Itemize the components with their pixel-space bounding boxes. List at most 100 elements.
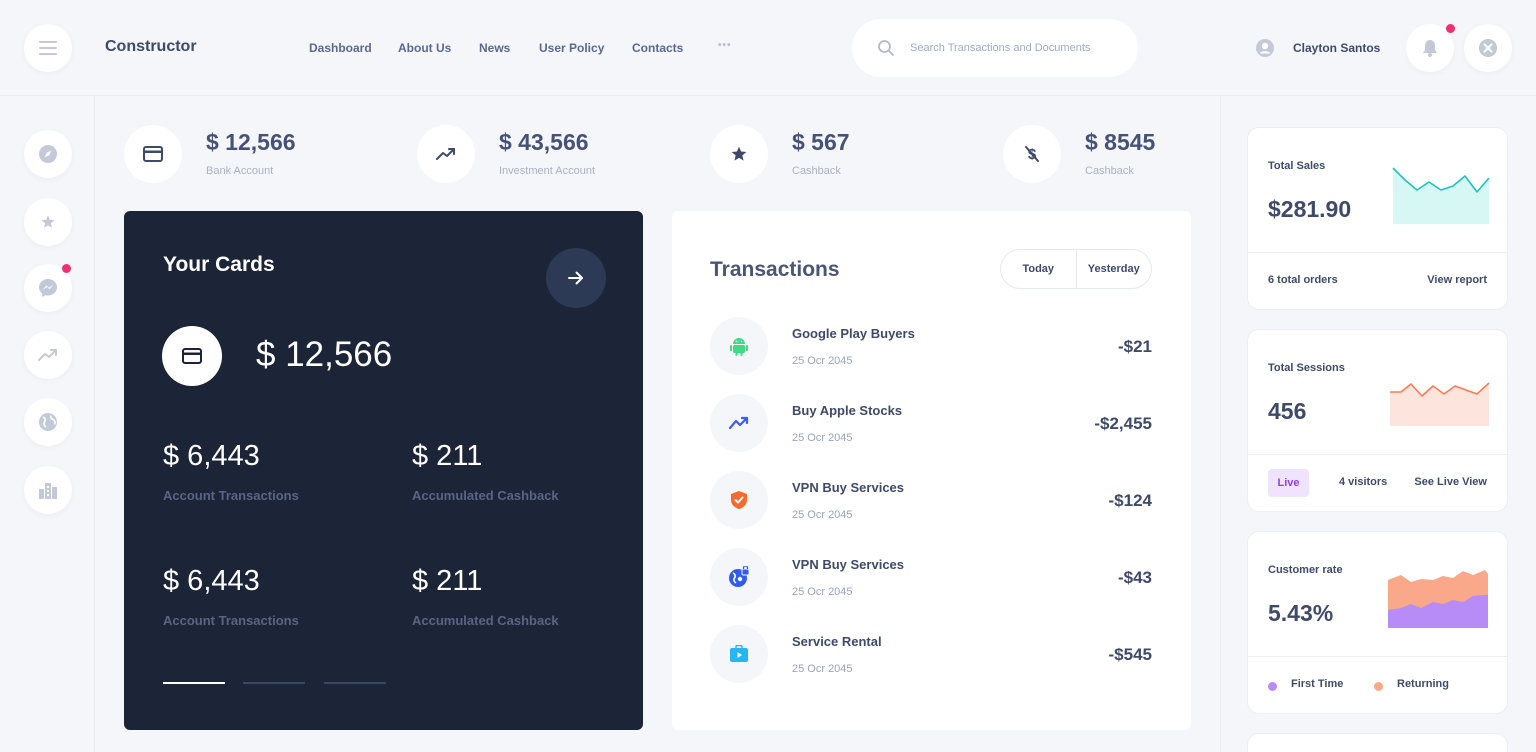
sidebar-item-globe[interactable] [24, 398, 72, 446]
messenger-icon [39, 279, 57, 297]
transaction-date: 25 Ocr 2045 [792, 663, 853, 675]
transaction-icon-wrap [710, 394, 768, 452]
card-stat-label: Accumulated Cashback [412, 488, 559, 503]
nav-contacts[interactable]: Contacts [632, 41, 683, 55]
search-icon [878, 40, 894, 56]
sidebar-item-compass[interactable] [24, 130, 72, 178]
stat-investment-icon-wrap [417, 125, 475, 183]
card-stat-value: $ 6,443 [163, 565, 260, 597]
sidebar-item-favorites[interactable] [24, 198, 72, 246]
customer-rate-widget: Customer rate 5.43% First Time Returning [1247, 531, 1508, 714]
stat-cashback2-value: $ 8545 [1085, 129, 1156, 155]
sidebar-item-analytics[interactable] [24, 331, 72, 379]
widget-value: 5.43% [1268, 600, 1334, 626]
globe-lock-icon [729, 566, 750, 587]
card-stat-label: Account Transactions [163, 613, 299, 628]
pager-dot[interactable] [243, 682, 305, 684]
hamburger-icon [39, 41, 57, 55]
star-icon [731, 146, 747, 161]
sidebar-divider [94, 96, 95, 752]
close-button[interactable] [1464, 24, 1512, 72]
nav-user-policy[interactable]: User Policy [539, 41, 604, 55]
sidebar-item-buildings[interactable] [24, 466, 72, 514]
transaction-name: VPN Buy Services [792, 557, 905, 572]
messages-notification-dot [62, 264, 71, 273]
sales-orders: 6 total orders [1268, 274, 1338, 286]
transaction-amount: -$545 [1108, 645, 1152, 664]
legend-first-time: First Time [1291, 678, 1344, 690]
transaction-date: 25 Ocr 2045 [792, 586, 853, 598]
widget-value: 456 [1268, 398, 1307, 424]
stat-cashback2-label: Cashback [1085, 165, 1134, 177]
transaction-row[interactable]: Service Rental 25 Ocr 2045 -$545 [710, 625, 1152, 685]
widget-title: Total Sessions [1268, 362, 1345, 374]
card-stat-label: Accumulated Cashback [412, 613, 559, 628]
no-dollar-icon: $ [1025, 146, 1039, 163]
right-column-divider [1220, 96, 1221, 752]
transaction-name: Buy Apple Stocks [792, 403, 903, 418]
stat-investment-value: $ 43,566 [499, 129, 589, 155]
card-icon-wrap [162, 326, 222, 386]
tab-today[interactable]: Today [1001, 250, 1076, 288]
shield-check-icon [731, 491, 747, 509]
brand-name[interactable]: Constructor [105, 38, 197, 56]
search-input[interactable]: Search Transactions and Documents [910, 42, 1090, 54]
nav-about-us[interactable]: About Us [398, 41, 451, 55]
card-icon [182, 348, 202, 364]
transaction-row[interactable]: VPN Buy Services 25 Ocr 2045 -$124 [710, 471, 1152, 531]
transaction-row[interactable]: Buy Apple Stocks 25 Ocr 2045 -$2,455 [710, 394, 1152, 454]
view-report-link[interactable]: View report [1427, 274, 1487, 286]
stat-bank-value: $ 12,566 [206, 129, 296, 155]
transaction-date: 25 Ocr 2045 [792, 509, 853, 521]
total-sessions-widget: Total Sessions 456 Live 4 visitors See L… [1247, 329, 1508, 512]
transaction-amount: -$21 [1117, 337, 1152, 356]
menu-button[interactable] [24, 24, 72, 72]
card-stat-value: $ 211 [412, 440, 483, 472]
close-circle-icon [1479, 39, 1497, 57]
stat-cashback-value: $ 567 [792, 129, 850, 155]
widget-title: Customer rate [1268, 564, 1343, 576]
tab-yesterday[interactable]: Yesterday [1075, 250, 1152, 288]
pager-dot-active[interactable] [163, 682, 225, 684]
notification-dot [1446, 24, 1455, 33]
nav-dashboard[interactable]: Dashboard [309, 41, 372, 55]
transaction-icon-wrap [710, 471, 768, 529]
star-icon [41, 215, 55, 228]
customer-area-chart [1388, 570, 1488, 628]
nav-news[interactable]: News [479, 41, 510, 55]
widget-divider [1248, 454, 1507, 455]
transaction-row[interactable]: Google Play Buyers 25 Ocr 2045 -$21 [710, 317, 1152, 377]
transaction-icon-wrap [710, 548, 768, 606]
arrow-right-icon [568, 271, 583, 285]
transactions-panel: Transactions Today Yesterday Google Play… [672, 211, 1191, 730]
globe-icon [39, 413, 57, 431]
widget-value: $281.90 [1268, 196, 1352, 222]
widget-divider [1248, 252, 1507, 253]
transaction-name: VPN Buy Services [792, 480, 905, 495]
card-stat-label: Account Transactions [163, 488, 299, 503]
card-balance: $ 12,566 [256, 335, 393, 374]
stat-investment-label: Investment Account [499, 165, 595, 177]
android-icon [730, 338, 748, 356]
see-live-view-link[interactable]: See Live View [1414, 476, 1487, 488]
pager-dot[interactable] [324, 682, 386, 684]
search-box[interactable]: Search Transactions and Documents [852, 19, 1138, 77]
transaction-row[interactable]: VPN Buy Services 25 Ocr 2045 -$43 [710, 548, 1152, 608]
trending-icon [729, 416, 749, 430]
transaction-name: Service Rental [792, 634, 882, 649]
nav-more-button[interactable]: ••• [718, 40, 732, 51]
user-avatar-icon[interactable] [1255, 38, 1275, 58]
bell-icon [1423, 40, 1437, 57]
transactions-day-toggle: Today Yesterday [1000, 249, 1152, 289]
user-name[interactable]: Clayton Santos [1293, 41, 1380, 55]
sales-sparkline [1392, 167, 1490, 224]
your-cards-panel: Your Cards $ 12,566 $ 6,443 Account Tran… [124, 211, 643, 730]
transaction-amount: -$43 [1117, 568, 1152, 587]
legend-dot-returning [1374, 682, 1383, 691]
stat-cashback-label: Cashback [792, 165, 841, 177]
legend-dot-first-time [1268, 682, 1277, 691]
transaction-date: 25 Ocr 2045 [792, 432, 853, 444]
card-icon [143, 146, 163, 162]
card-stat-value: $ 211 [412, 565, 483, 597]
cards-next-button[interactable] [546, 248, 606, 308]
